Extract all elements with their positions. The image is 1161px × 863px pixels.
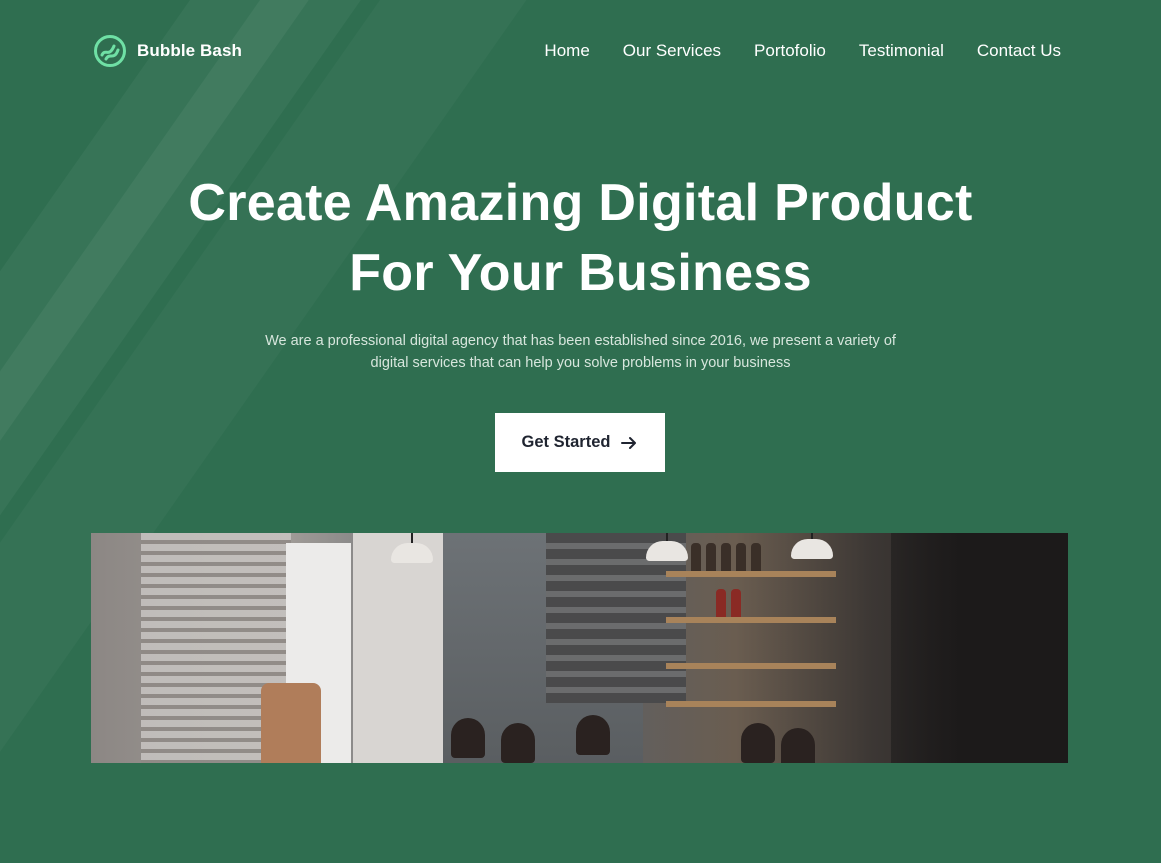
get-started-label: Get Started — [521, 433, 611, 451]
dark-wall — [891, 533, 1068, 763]
person — [501, 723, 535, 763]
person — [451, 718, 485, 758]
bottle — [736, 543, 746, 571]
hero-subtitle-line-1: We are a professional digital agency tha… — [265, 333, 896, 349]
hero-title: Create Amazing Digital Product For Your … — [0, 168, 1161, 308]
pendant-lamp — [646, 533, 688, 561]
bottle — [716, 589, 726, 617]
pendant-lamp — [391, 533, 433, 563]
nav-link-home[interactable]: Home — [544, 41, 589, 61]
office-chair — [261, 683, 321, 763]
hero-title-line-1: Create Amazing Digital Product — [188, 174, 973, 232]
nav-link-testimonial[interactable]: Testimonial — [859, 41, 944, 61]
wall-pillar — [353, 533, 443, 763]
brand-name: Bubble Bash — [137, 41, 243, 60]
brand-home-link[interactable]: Bubble Bash — [93, 34, 242, 68]
hero-office-image — [91, 533, 1068, 763]
bottle — [706, 543, 716, 571]
bottle — [731, 589, 741, 617]
person — [576, 715, 610, 755]
hero-title-line-2: For Your Business — [349, 244, 812, 302]
site-header: Bubble Bash Home Our Services Portofolio… — [93, 30, 1061, 72]
hero-subtitle: We are a professional digital agency tha… — [0, 330, 1161, 374]
bottle — [721, 543, 731, 571]
wooden-shelf — [666, 617, 836, 623]
wooden-shelf — [666, 701, 836, 707]
arrow-right-icon — [620, 434, 638, 452]
wooden-shelf — [666, 571, 836, 577]
pendant-lamp — [791, 533, 833, 559]
bubble-bash-logo-icon — [93, 34, 127, 68]
person — [741, 723, 775, 763]
bottle — [691, 543, 701, 571]
wooden-shelf — [666, 663, 836, 669]
hero-subtitle-line-2: digital services that can help you solve… — [370, 355, 791, 371]
main-nav: Home Our Services Portofolio Testimonial… — [544, 41, 1061, 61]
get-started-button[interactable]: Get Started — [495, 413, 665, 472]
bottle — [751, 543, 761, 571]
nav-link-contact-us[interactable]: Contact Us — [977, 41, 1061, 61]
nav-link-portofolio[interactable]: Portofolio — [754, 41, 826, 61]
nav-link-our-services[interactable]: Our Services — [623, 41, 721, 61]
person — [781, 728, 815, 763]
